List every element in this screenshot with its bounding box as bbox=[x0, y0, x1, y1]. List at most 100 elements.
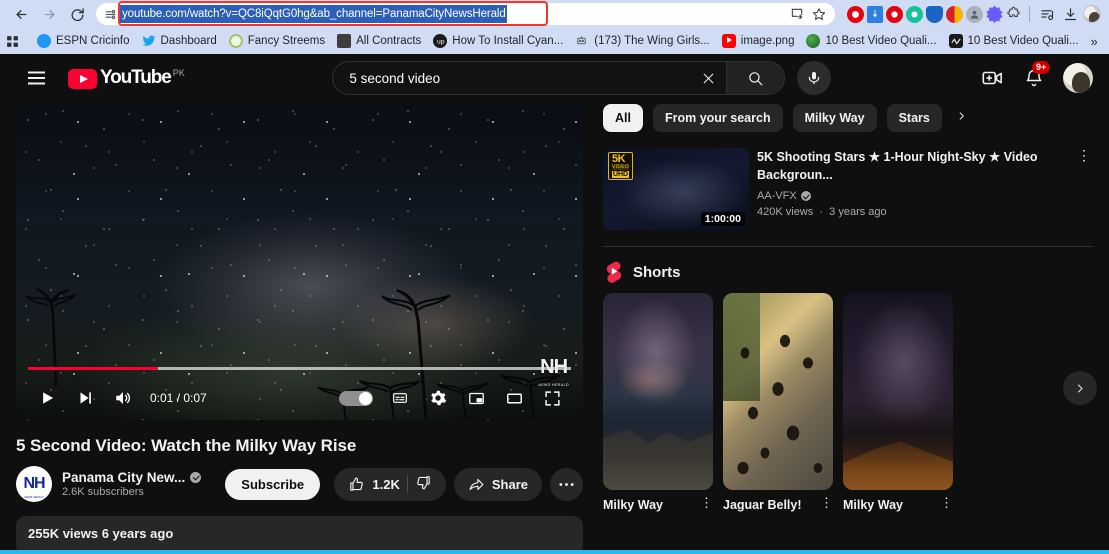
chip-stars[interactable]: Stars bbox=[886, 104, 942, 132]
puzzle-extensions-icon[interactable] bbox=[1006, 6, 1022, 23]
avatar[interactable] bbox=[1063, 63, 1093, 93]
bookmark-image-png[interactable]: 10 Best Video Quali... bbox=[800, 32, 942, 50]
autoplay-toggle[interactable] bbox=[339, 390, 373, 406]
color-picker-icon[interactable] bbox=[946, 5, 963, 23]
more-options-icon[interactable]: ⋮ bbox=[1075, 148, 1093, 230]
short-caption-2[interactable]: Jaguar Belly! ⋮ bbox=[723, 496, 833, 512]
bell-icon[interactable]: 9+ bbox=[1021, 61, 1051, 91]
volume-icon[interactable] bbox=[104, 382, 142, 414]
short-item-1[interactable] bbox=[603, 293, 713, 490]
more-options-icon[interactable]: ⋮ bbox=[700, 496, 713, 509]
short-title: Milky Way bbox=[603, 498, 663, 512]
share-button[interactable]: Share bbox=[453, 467, 542, 501]
bookmarks-overflow-button[interactable]: » bbox=[1085, 34, 1104, 49]
bookmark-fancy-streems[interactable]: Fancy Streems bbox=[223, 32, 331, 50]
star-icon[interactable] bbox=[809, 4, 829, 24]
download-icon[interactable] bbox=[1060, 4, 1080, 24]
short-caption-3[interactable]: Milky Way ⋮ bbox=[843, 496, 953, 512]
bookmark-how-to-install[interactable]: up How To Install Cyan... bbox=[427, 32, 569, 50]
youtube-page: YouTube PK 5 second video 9+ NEWS HERALD… bbox=[0, 54, 1109, 554]
grammarly-icon[interactable] bbox=[906, 5, 923, 23]
secondary-column: All From your search Milky Way Stars 5K … bbox=[603, 102, 1097, 554]
theater-mode-icon[interactable] bbox=[495, 382, 533, 414]
channel-avatar[interactable]: NH NEWS HERALD bbox=[16, 466, 52, 502]
recommendation-info: 5K Shooting Stars ★ 1-Hour Night-Sky ★ V… bbox=[757, 148, 1067, 230]
chip-milky-way[interactable]: Milky Way bbox=[792, 104, 877, 132]
page-content: NH NEWS HERALD bbox=[0, 102, 1109, 554]
url-input[interactable]: youtube.com/watch?v=QC8iQqtG0hg&ab_chann… bbox=[120, 5, 787, 23]
channel-meta: Panama City New... 2.6K subscribers bbox=[62, 470, 202, 498]
progress-played bbox=[28, 367, 159, 370]
bookmark-label: (173) The Wing Girls... bbox=[594, 35, 710, 47]
profile-extension-icon[interactable] bbox=[966, 5, 983, 23]
verified-icon bbox=[800, 191, 811, 201]
hamburger-menu-icon[interactable] bbox=[16, 58, 56, 98]
download-manager-icon[interactable] bbox=[867, 5, 883, 23]
bookmark-all-contracts[interactable]: All Contracts bbox=[331, 32, 427, 50]
close-icon[interactable] bbox=[690, 71, 726, 86]
dislike-button[interactable] bbox=[415, 474, 432, 494]
subtitles-icon[interactable] bbox=[381, 382, 419, 414]
bookmark-wing-girls[interactable]: image.png bbox=[716, 32, 801, 50]
address-bar[interactable]: youtube.com/watch?v=QC8iQqtG0hg&ab_chann… bbox=[96, 3, 835, 25]
recommendation-item[interactable]: 5K VIDEO UHD 1:00:00 5K Shooting Stars ★… bbox=[603, 148, 1093, 230]
youtube-icon bbox=[721, 34, 736, 48]
profile-avatar-icon[interactable] bbox=[1083, 5, 1101, 23]
microphone-icon[interactable] bbox=[797, 61, 832, 95]
search-icon[interactable] bbox=[726, 62, 785, 94]
cast-icon[interactable] bbox=[787, 4, 807, 24]
avast-extension-icon[interactable] bbox=[886, 5, 903, 23]
omnibox-actions bbox=[787, 4, 829, 24]
fullscreen-icon[interactable] bbox=[533, 382, 571, 414]
recommendation-channel[interactable]: AA-VFX bbox=[757, 190, 1065, 202]
video-player[interactable]: NH NEWS HERALD bbox=[16, 102, 583, 420]
forward-button[interactable] bbox=[36, 2, 62, 26]
opera-extension-icon[interactable] bbox=[847, 5, 864, 23]
video-description-box[interactable]: 255K views 6 years ago bbox=[16, 516, 583, 554]
bookmark-10-best-video[interactable]: 10 Best Video Quali... bbox=[943, 32, 1085, 50]
robot-icon bbox=[575, 34, 589, 48]
chevron-right-icon[interactable] bbox=[952, 109, 971, 127]
channel-name-row[interactable]: Panama City New... bbox=[62, 470, 202, 485]
filter-chips: All From your search Milky Way Stars bbox=[603, 104, 1093, 132]
like-button[interactable]: 1.2K bbox=[348, 476, 400, 493]
bookmarks-bar: ESPN Cricinfo Dashboard Fancy Streems Al… bbox=[0, 28, 1109, 54]
site-settings-icon[interactable] bbox=[100, 5, 120, 23]
miniplayer-icon[interactable] bbox=[457, 382, 495, 414]
short-caption-1[interactable]: Milky Way ⋮ bbox=[603, 496, 713, 512]
more-actions-icon[interactable] bbox=[550, 467, 583, 501]
apps-grid-icon[interactable] bbox=[6, 30, 19, 52]
badge-bottom: UHD bbox=[612, 171, 630, 178]
short-item-2[interactable] bbox=[723, 293, 833, 490]
subscribe-button[interactable]: Subscribe bbox=[225, 468, 321, 500]
create-video-icon[interactable] bbox=[979, 65, 1005, 91]
play-icon[interactable] bbox=[28, 382, 66, 414]
shorts-next-button[interactable] bbox=[1063, 371, 1097, 405]
back-button[interactable] bbox=[8, 2, 34, 26]
zenmate-vpn-icon[interactable] bbox=[926, 5, 943, 23]
bookmark-how-to-install-cyan[interactable]: (173) The Wing Girls... bbox=[569, 32, 715, 50]
chip-all[interactable]: All bbox=[603, 104, 643, 132]
page-title: 5 Second Video: Watch the Milky Way Rise bbox=[16, 436, 357, 455]
extensions-tray bbox=[843, 4, 1101, 24]
bookmark-label: How To Install Cyan... bbox=[452, 35, 564, 47]
gear-icon[interactable] bbox=[419, 382, 457, 414]
more-options-icon[interactable]: ⋮ bbox=[820, 496, 833, 509]
progress-bar[interactable] bbox=[28, 367, 571, 370]
search-input[interactable]: 5 second video bbox=[333, 71, 690, 86]
video-time: 0:01 / 0:07 bbox=[150, 391, 207, 405]
chip-from-your-search[interactable]: From your search bbox=[652, 104, 783, 132]
bookmark-dashboard[interactable]: Dashboard bbox=[136, 32, 223, 50]
youtube-logo[interactable]: YouTube PK bbox=[68, 67, 185, 90]
short-item-3[interactable] bbox=[843, 293, 953, 490]
more-options-icon[interactable]: ⋮ bbox=[940, 496, 953, 509]
settings-extension-icon[interactable] bbox=[986, 5, 1003, 23]
next-video-icon[interactable] bbox=[66, 382, 104, 414]
search-box[interactable]: 5 second video bbox=[332, 61, 786, 95]
reload-button[interactable] bbox=[64, 2, 90, 26]
bookmark-espn-cricinfo[interactable]: ESPN Cricinfo bbox=[31, 32, 136, 50]
tv-icon bbox=[337, 34, 352, 48]
media-control-icon[interactable] bbox=[1037, 4, 1057, 24]
twitter-icon bbox=[142, 34, 156, 48]
recommendation-thumbnail[interactable]: 5K VIDEO UHD 1:00:00 bbox=[603, 148, 749, 230]
